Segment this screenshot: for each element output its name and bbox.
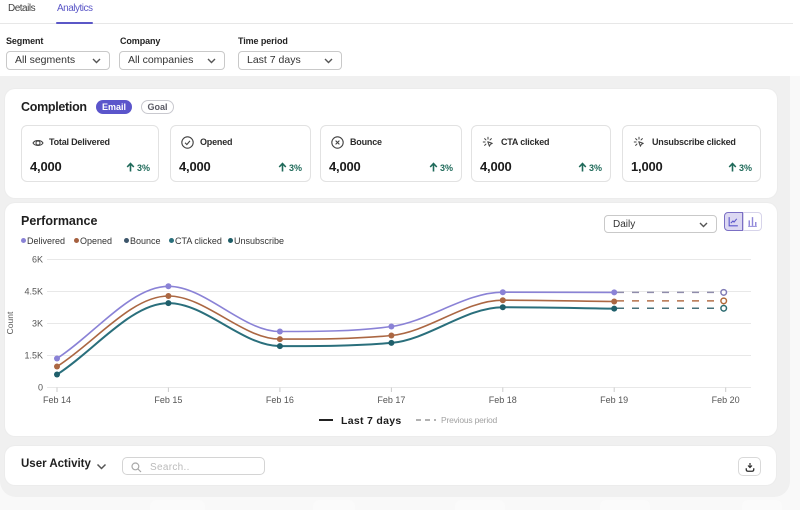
svg-text:Feb 18: Feb 18 bbox=[489, 395, 517, 405]
svg-text:Count: Count bbox=[5, 311, 15, 334]
svg-text:Feb 20: Feb 20 bbox=[712, 395, 740, 405]
svg-text:Last 7 days: Last 7 days bbox=[341, 415, 402, 427]
svg-text:4.5K: 4.5K bbox=[24, 287, 43, 297]
svg-text:6K: 6K bbox=[32, 255, 43, 265]
svg-text:Feb 16: Feb 16 bbox=[266, 395, 294, 405]
svg-text:Feb 15: Feb 15 bbox=[154, 395, 182, 405]
svg-text:Previous period: Previous period bbox=[441, 415, 498, 425]
svg-text:1.5K: 1.5K bbox=[24, 351, 43, 361]
svg-text:Feb 14: Feb 14 bbox=[43, 395, 71, 405]
svg-text:3K: 3K bbox=[32, 319, 43, 329]
svg-text:Feb 17: Feb 17 bbox=[377, 395, 405, 405]
svg-text:0: 0 bbox=[38, 383, 43, 393]
svg-text:Feb 19: Feb 19 bbox=[600, 395, 628, 405]
